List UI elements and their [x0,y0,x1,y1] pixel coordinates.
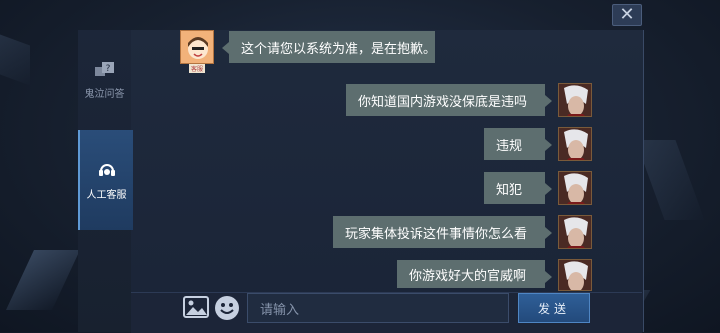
sidebar: ? 鬼泣问答 人工客服 [78,30,133,332]
sidebar-item-customer-service[interactable]: 人工客服 [78,130,133,230]
close-icon: ✕ [619,4,635,25]
message-text: 这个请您以系统为准，是在抱歉。 [241,41,437,57]
svg-text:?: ? [105,64,110,74]
customer-service-badge: 客服 [189,64,205,73]
player-avatar [558,259,592,291]
background-shard [635,140,705,220]
player-avatar [558,215,592,249]
question-chat-icon: ? [94,61,114,76]
headset-icon [98,163,115,176]
chat-message: 违规 [484,128,552,160]
message-text: 违规 [496,138,523,154]
message-text: 你知道国内游戏没保底是违吗 [358,94,528,110]
sidebar-item-faq[interactable]: ? 鬼泣问答 [78,50,131,110]
message-text: 你游戏好大的官威啊 [409,268,527,284]
chat-message: 知犯 [484,172,552,204]
message-text: 玩家集体投诉这件事情你怎么看 [345,226,528,242]
chat-message: 你游戏好大的官威啊 [397,260,552,288]
send-button[interactable]: 发送 [518,293,590,323]
message-text: 知犯 [496,182,523,198]
sidebar-item-label: 鬼泣问答 [84,88,125,100]
chat-message: 玩家集体投诉这件事情你怎么看 [333,216,552,248]
chat-message: 这个请您以系统为准，是在抱歉。 [222,31,437,63]
player-avatar [558,127,592,161]
image-icon [183,296,209,318]
background-shard [0,34,30,86]
sidebar-item-label: 人工客服 [86,189,127,201]
customer-service-avatar [180,30,214,64]
image-button[interactable] [183,295,209,319]
close-button[interactable]: ✕ [612,4,642,26]
player-avatar [558,171,592,205]
input-placeholder: 请输入 [260,302,300,318]
chat-message: 你知道国内游戏没保底是违吗 [346,84,552,116]
send-label: 发送 [537,301,570,316]
message-input[interactable]: 请输入 [247,293,509,323]
emoji-button[interactable] [214,295,240,321]
background-shard [6,250,80,310]
player-avatar [558,83,592,117]
emoji-icon [215,296,239,320]
